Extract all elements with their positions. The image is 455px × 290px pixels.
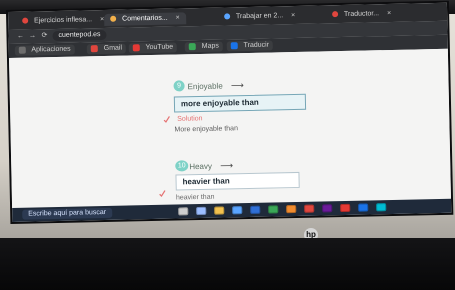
gmail-icon — [90, 44, 98, 52]
solution-row-item-9: Solution — [162, 114, 203, 124]
youtube-icon — [132, 43, 140, 52]
exercise-page: 9 Enjoyable ⟶ more enjoyable than Soluti… — [8, 48, 452, 208]
bookmark-label: Aplicaciones — [31, 45, 71, 54]
translate-icon — [230, 41, 238, 49]
reload-icon[interactable]: ⟳ — [38, 31, 50, 41]
solution-text-item-9: More enjoyable than — [174, 125, 239, 134]
bookmark-traducir[interactable]: Traducir — [226, 40, 274, 52]
app-icon[interactable] — [376, 203, 387, 212]
excel-icon[interactable] — [268, 205, 279, 214]
word-icon[interactable] — [250, 205, 261, 214]
url-bar[interactable]: cuentepod.es — [52, 29, 107, 42]
bookmark-label: Gmail — [103, 44, 123, 53]
powerpoint-icon[interactable] — [286, 205, 297, 214]
teams-icon[interactable] — [322, 204, 333, 213]
item-number-badge: 10 — [175, 160, 189, 172]
exercise-item-9-prompt: 9 Enjoyable ⟶ — [173, 79, 244, 92]
answer-input-item-9[interactable]: more enjoyable than — [173, 93, 307, 113]
store-icon[interactable] — [232, 206, 243, 215]
tab-favicon-icon — [110, 15, 117, 23]
browser-tab-1[interactable]: Ejercicios inflesa... × — [16, 14, 110, 28]
answer-text: more enjoyable than — [180, 97, 259, 109]
exercise-item-10-prompt: 10 Heavy ⟶ — [175, 159, 233, 172]
item-number-badge: 9 — [173, 80, 185, 92]
tab-label: Ejercicios inflesa... — [34, 16, 93, 25]
task-view-icon[interactable] — [178, 207, 189, 216]
bookmark-youtube[interactable]: YouTube — [128, 42, 178, 54]
answer-text: heavier than — [182, 176, 230, 187]
tab-label: Comentarios... — [122, 14, 168, 23]
bookmark-label: YouTube — [145, 43, 174, 52]
browser-tab-3[interactable]: Trabajar en 2... × — [218, 10, 301, 24]
solution-label: Solution — [177, 115, 203, 123]
bookmark-label: Traducir — [243, 41, 270, 50]
media-icon[interactable] — [340, 203, 351, 213]
solution-row-item-10 — [158, 189, 171, 198]
maps-icon — [188, 42, 196, 50]
tab-favicon-icon — [332, 11, 339, 18]
arrow-right-icon: ⟶ — [220, 160, 234, 171]
bookmark-aplicaciones[interactable]: Aplicaciones — [14, 44, 75, 56]
edge-icon[interactable] — [196, 206, 207, 216]
apps-icon — [18, 46, 26, 54]
forward-icon[interactable]: → — [26, 31, 38, 41]
answer-input-item-10[interactable]: heavier than — [175, 171, 300, 191]
prompt-word: Heavy — [189, 161, 213, 172]
prompt-word: Enjoyable — [187, 81, 223, 92]
url-text: cuentepod.es — [58, 31, 101, 39]
solution-text-item-10: heavier than — [175, 193, 215, 202]
check-edit-icon — [163, 116, 170, 123]
check-edit-icon — [159, 190, 166, 198]
tab-favicon-icon — [22, 17, 29, 24]
laptop-screen: Ejercicios inflesa... × Comentarios... ×… — [8, 2, 452, 222]
arrow-right-icon: ⟶ — [230, 80, 244, 91]
tab-favicon-icon — [224, 13, 231, 20]
tab-label: Trabajar en 2... — [235, 12, 284, 21]
close-icon[interactable]: × — [387, 10, 391, 17]
tab-label: Traductor... — [343, 10, 380, 18]
taskbar-search[interactable]: Escribe aquí para buscar — [22, 207, 113, 220]
browser-tab-2[interactable]: Comentarios... × — [104, 12, 186, 26]
file-explorer-icon[interactable] — [214, 206, 225, 215]
search-placeholder: Escribe aquí para buscar — [28, 208, 107, 218]
bookmark-label: Maps — [201, 42, 219, 50]
bookmark-maps[interactable]: Maps — [184, 41, 223, 53]
close-icon[interactable]: × — [176, 14, 180, 21]
close-icon[interactable]: × — [291, 12, 295, 19]
keyboard-edge — [0, 238, 455, 290]
chrome-icon[interactable] — [304, 204, 315, 213]
browser-tab-4[interactable]: Traductor... × — [326, 8, 397, 21]
back-icon[interactable]: ← — [14, 32, 26, 42]
mail-icon[interactable] — [358, 203, 369, 212]
bookmark-gmail[interactable]: Gmail — [86, 43, 127, 55]
